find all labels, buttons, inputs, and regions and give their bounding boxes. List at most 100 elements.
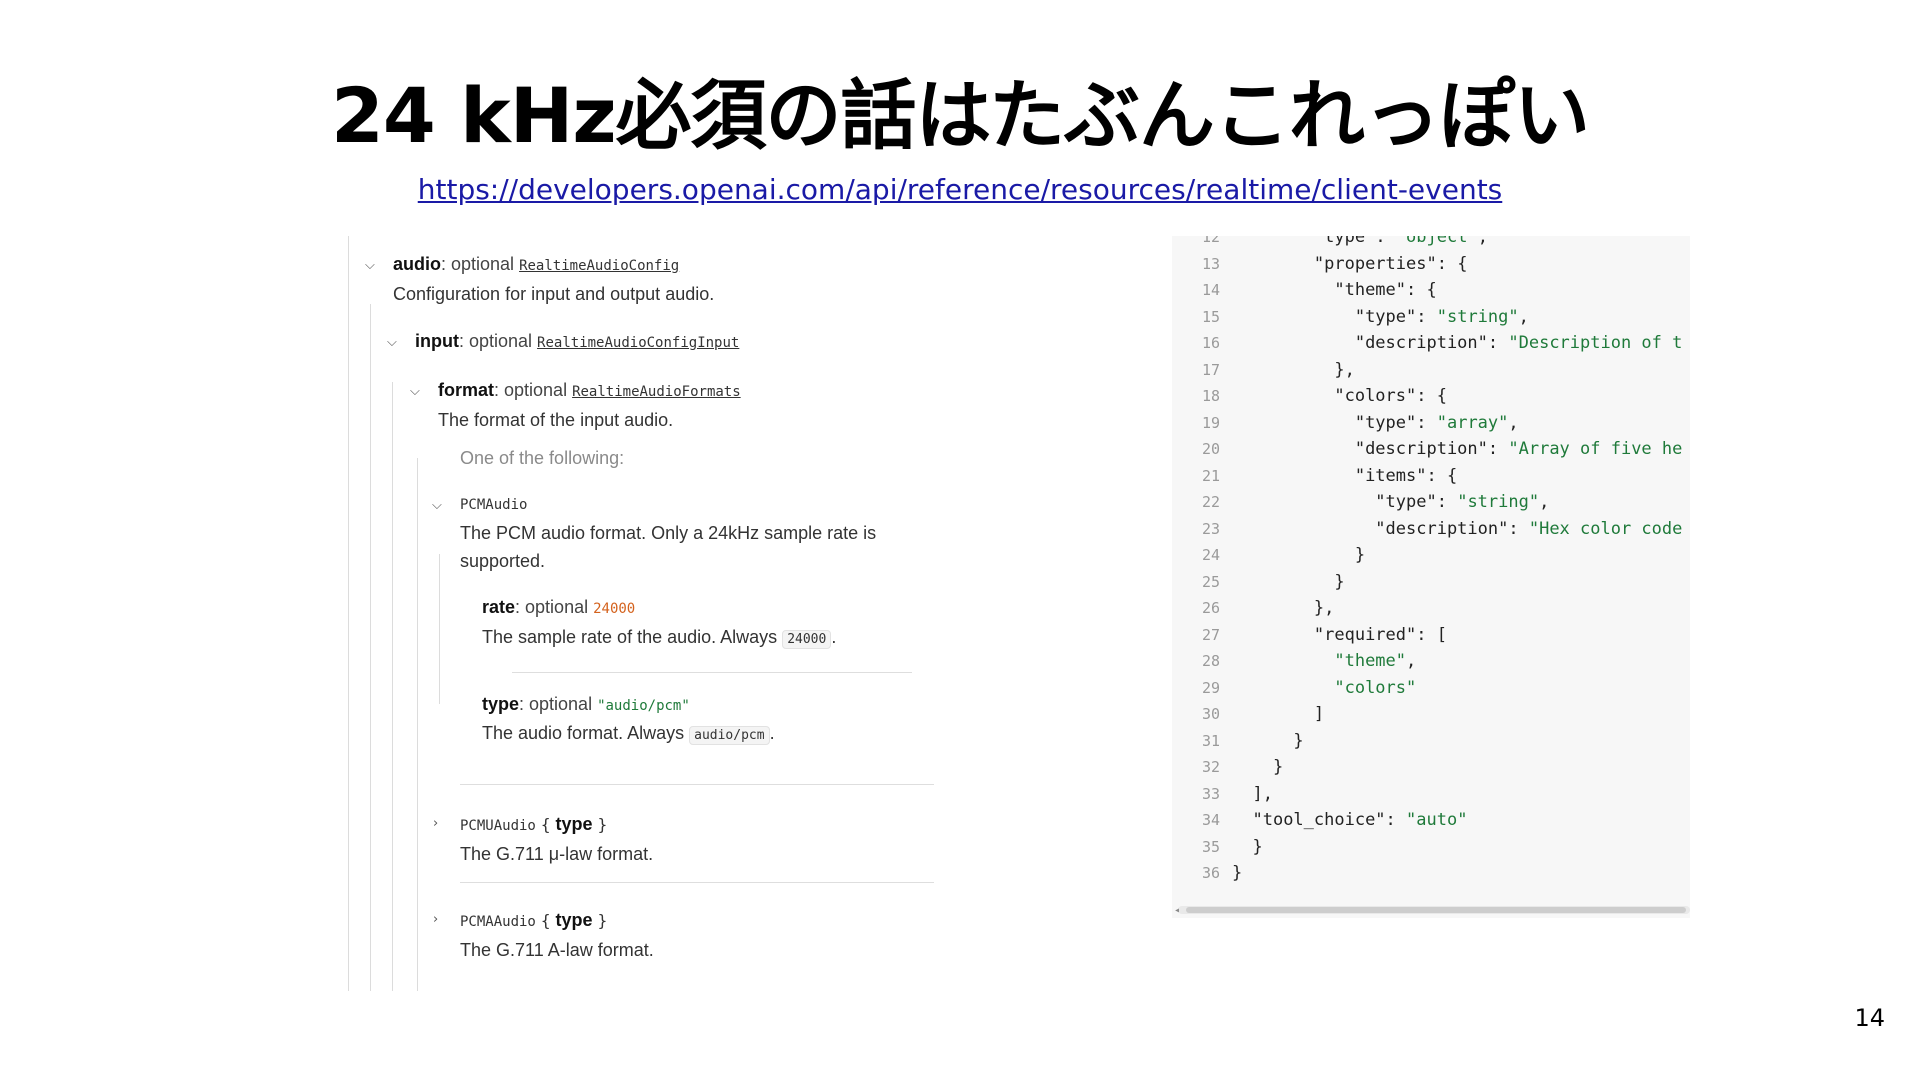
tree-guide-line — [392, 382, 393, 991]
line-number: 35 — [1201, 837, 1220, 856]
code-text: } — [1232, 571, 1345, 592]
api-reference-screenshot: ⌵ audio: optional RealtimeAudioConfig Co… — [345, 236, 945, 991]
divider — [460, 882, 934, 883]
code-text: }, — [1232, 359, 1355, 380]
variant-description-cont: supported. — [460, 551, 546, 571]
code-text: } — [1232, 757, 1284, 777]
tree-guide-line — [370, 304, 371, 991]
code-text: ] — [1232, 704, 1325, 724]
code-text: "tool_choice": "auto" — [1252, 810, 1468, 830]
code-line: 36} — [1172, 860, 1690, 887]
code-text: "theme", — [1334, 651, 1417, 671]
chevron-right-icon[interactable]: › — [433, 912, 438, 927]
code-text: }, — [1232, 598, 1335, 618]
chevron-down-icon[interactable]: ⌵ — [410, 384, 420, 399]
reference-link[interactable]: https://developers.openai.com/api/refere… — [0, 170, 1920, 210]
variant-pcma-audio[interactable]: PCMAAudio { type } — [460, 908, 607, 934]
line-number: 33 — [1201, 784, 1220, 803]
divider — [512, 672, 912, 673]
chevron-right-icon[interactable]: › — [433, 816, 438, 831]
code-line: 15 "type": "string", — [1172, 304, 1690, 331]
code-line: 20 "description": "Array of five he — [1172, 436, 1690, 463]
line-number: 13 — [1201, 254, 1220, 273]
code-text: "colors" — [1334, 677, 1417, 698]
param-format: format: optional RealtimeAudioFormats — [438, 380, 741, 400]
slide-title: 24 kHz必須の話はたぶんこれっぽい — [330, 71, 1590, 160]
one-of-label: One of the following: — [460, 448, 625, 468]
chevron-down-icon[interactable]: ⌵ — [432, 498, 442, 513]
code-line: 31 } — [1172, 728, 1690, 755]
code-text: } — [1232, 863, 1243, 883]
code-line: 17 }, — [1172, 357, 1690, 384]
line-number: 30 — [1201, 705, 1220, 723]
variant-pcmu-audio[interactable]: PCMUAudio { type } — [460, 812, 607, 838]
code-line: 22 "type": "string", — [1172, 489, 1690, 516]
code-text: "type": "string", — [1375, 492, 1550, 512]
scroll-left-icon[interactable]: ◂ — [1174, 905, 1180, 916]
line-number: 29 — [1201, 678, 1220, 697]
variant-description: The G.711 μ-law format. — [460, 844, 654, 864]
line-number: 26 — [1201, 599, 1220, 617]
line-number: 14 — [1201, 281, 1220, 299]
code-text: ], — [1232, 783, 1273, 804]
line-number: 24 — [1201, 546, 1220, 564]
line-number: 28 — [1201, 652, 1220, 670]
code-sample-screenshot: 12 "type": "object", 13 "properties": {14… — [1172, 236, 1690, 918]
line-number: 21 — [1201, 466, 1220, 485]
code-text: "theme": { — [1334, 280, 1437, 300]
code-text: "type": "object", — [1313, 236, 1488, 247]
code-line: 29 "colors" — [1172, 675, 1690, 702]
code-line: 12 "type": "object", — [1172, 236, 1690, 251]
param-description: The audio format. Always audio/pcm. — [482, 723, 775, 745]
line-number: 27 — [1201, 625, 1220, 644]
code-line: 32 } — [1172, 754, 1690, 781]
code-line: 16 "description": "Description of t — [1172, 330, 1690, 357]
tree-guide-line — [417, 458, 418, 991]
code-line: 23 "description": "Hex color code — [1172, 516, 1690, 543]
chevron-down-icon[interactable]: ⌵ — [365, 258, 375, 273]
tree-guide-line — [439, 554, 440, 704]
code-text: } — [1232, 545, 1366, 565]
tree-guide-line — [348, 236, 349, 991]
line-number: 34 — [1201, 811, 1220, 829]
code-text: "description": "Array of five he — [1354, 439, 1683, 459]
line-number: 18 — [1201, 387, 1220, 405]
code-text: "type": "array", — [1354, 412, 1519, 433]
code-line: 21 "items": { — [1172, 463, 1690, 490]
code-line: 24 } — [1172, 542, 1690, 569]
line-number: 12 — [1201, 236, 1220, 246]
param-description: The sample rate of the audio. Always 240… — [482, 627, 837, 649]
line-number: 20 — [1201, 440, 1220, 458]
variant-pcm-audio[interactable]: PCMAudio — [460, 493, 527, 517]
variant-description: The PCM audio format. Only a 24kHz sampl… — [460, 523, 877, 543]
line-number: 23 — [1201, 519, 1220, 538]
line-number: 25 — [1201, 572, 1220, 591]
code-text: "required": [ — [1313, 624, 1447, 645]
scrollbar-thumb[interactable] — [1186, 907, 1686, 913]
chevron-down-icon[interactable]: ⌵ — [387, 335, 397, 350]
code-line: 28 "theme", — [1172, 648, 1690, 675]
code-line: 33 ], — [1172, 781, 1690, 808]
param-input: input: optional RealtimeAudioConfigInput — [415, 331, 740, 351]
param-rate: rate: optional 24000 — [482, 597, 636, 617]
code-text: "items": { — [1354, 465, 1458, 486]
param-description: Configuration for input and output audio… — [393, 284, 715, 304]
line-number: 31 — [1201, 731, 1220, 750]
page-number: 14 — [1854, 1004, 1885, 1032]
code-text: "description": "Hex color code — [1375, 518, 1683, 539]
variant-description: The G.711 A-law format. — [460, 940, 654, 960]
code-text: "colors": { — [1334, 386, 1447, 406]
code-line: 26 }, — [1172, 595, 1690, 622]
code-line: 30 ] — [1172, 701, 1690, 728]
line-number: 36 — [1201, 864, 1220, 882]
code-line: 14 "theme": { — [1172, 277, 1690, 304]
param-type: type: optional "audio/pcm" — [482, 694, 690, 714]
code-line: 27 "required": [ — [1172, 622, 1690, 649]
code-line: 19 "type": "array", — [1172, 410, 1690, 437]
code-line: 34 "tool_choice": "auto" — [1172, 807, 1690, 834]
code-text: "type": "string", — [1354, 306, 1529, 327]
code-line: 13 "properties": { — [1172, 251, 1690, 278]
line-number: 16 — [1201, 334, 1220, 352]
code-line: 18 "colors": { — [1172, 383, 1690, 410]
line-number: 19 — [1201, 413, 1220, 432]
